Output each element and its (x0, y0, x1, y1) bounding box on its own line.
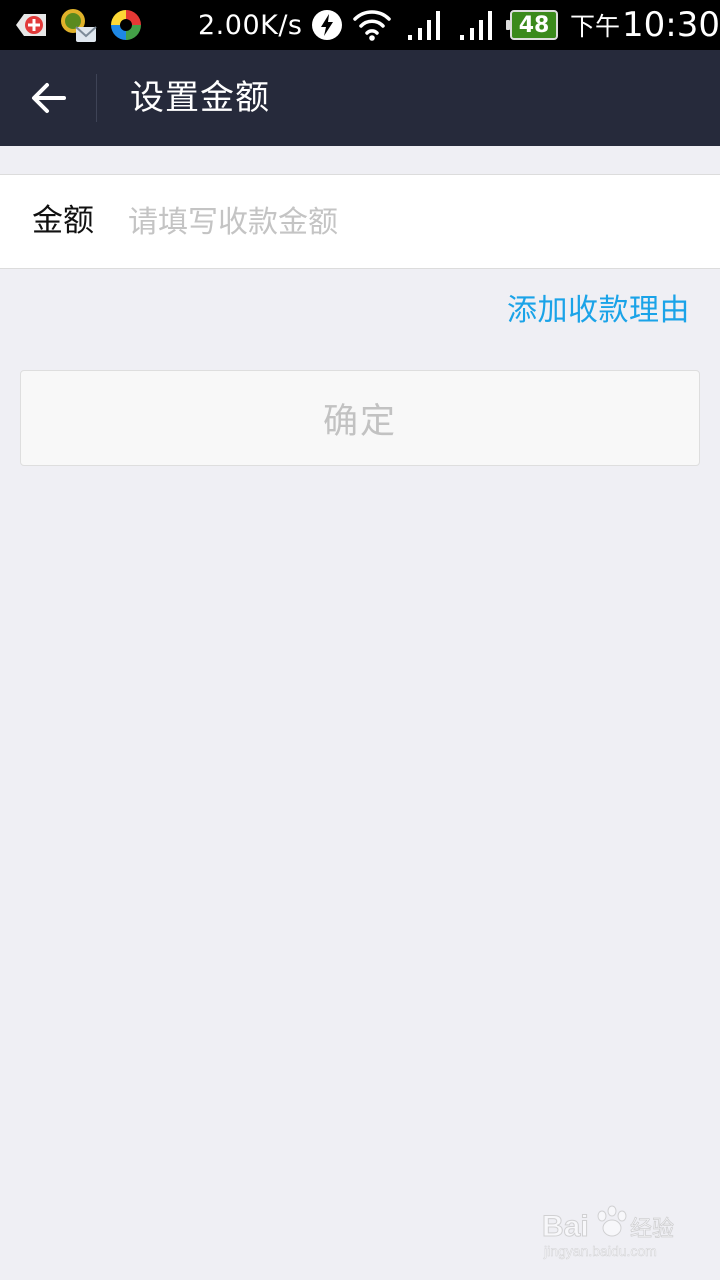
svg-text:jingyan.baidu.com: jingyan.baidu.com (543, 1243, 657, 1259)
svg-text:Bai: Bai (542, 1210, 589, 1243)
network-speed: 2.00K/s (198, 9, 303, 41)
app-mail-icon (58, 0, 98, 50)
app-sync-icon (108, 0, 144, 50)
clock-period: 下午 (570, 12, 621, 41)
title-divider (96, 74, 97, 122)
confirm-button[interactable]: 确定 (20, 370, 700, 466)
flash-icon (310, 0, 344, 50)
back-button[interactable] (0, 50, 96, 146)
add-reason-link[interactable]: 添加收款理由 (507, 288, 690, 334)
clock-time: 10:30 (622, 5, 720, 45)
baidu-jingyan-watermark: Bai 经验 jingyan.baidu.com (540, 1200, 680, 1262)
battery-level: 48 (506, 10, 558, 40)
battery-indicator: 48 (506, 0, 558, 50)
svg-text:经验: 经验 (630, 1217, 674, 1242)
status-bar: 2.00K/s 48 下午 10:30 (0, 0, 720, 50)
signal-icon (458, 0, 494, 50)
title-bar: 设置金额 (0, 50, 720, 146)
amount-row: 金额 (0, 174, 720, 269)
arrow-left-icon (32, 83, 66, 113)
page-title: 设置金额 (130, 78, 270, 118)
signal-icon (406, 0, 442, 50)
clock: 下午 10:30 (570, 0, 720, 50)
app-red-icon (12, 0, 50, 50)
amount-label: 金额 (32, 203, 94, 239)
wifi-icon (352, 0, 392, 50)
amount-input[interactable] (128, 193, 688, 251)
